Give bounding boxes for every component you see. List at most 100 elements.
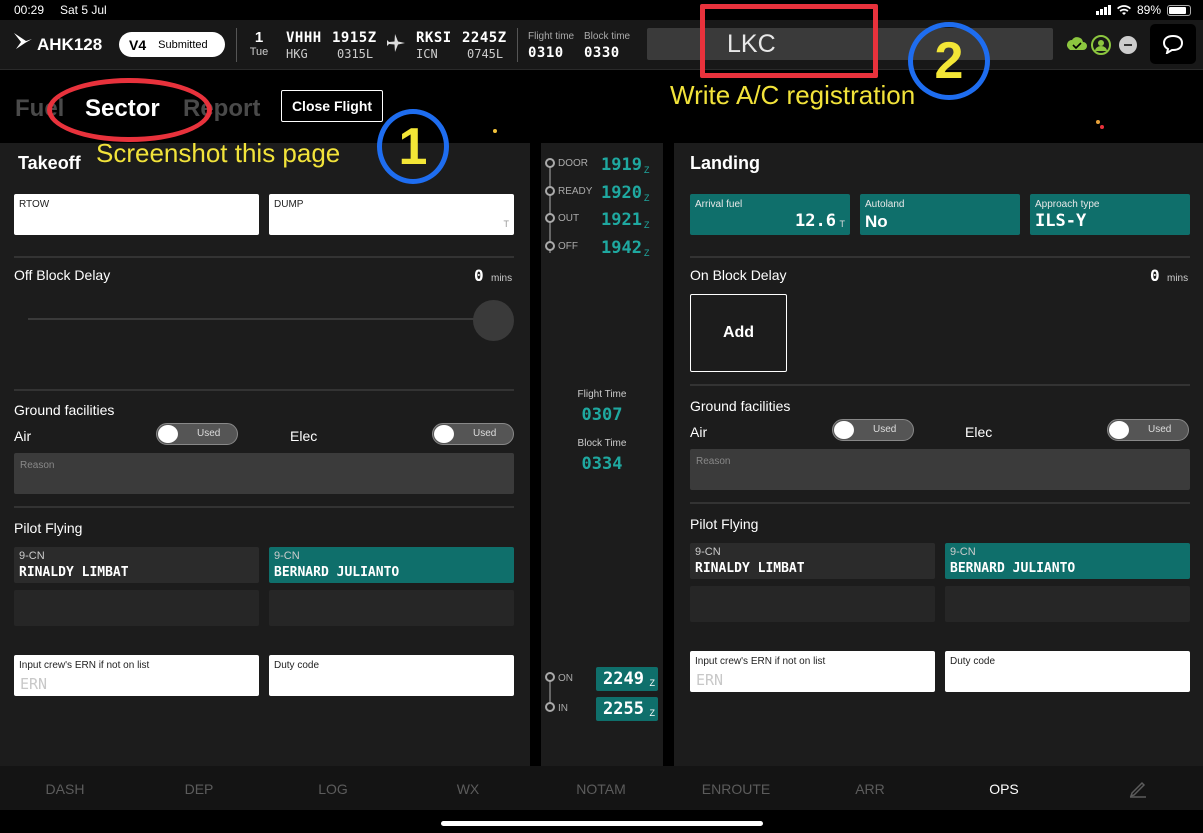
home-indicator[interactable] [441, 821, 763, 826]
pilot-option[interactable]: 9-CN RINALDY LIMBAT [14, 547, 259, 583]
ground-facilities-label: Ground facilities [14, 402, 115, 418]
ready-label: READY [558, 186, 593, 197]
pilot-slot-empty[interactable] [269, 590, 514, 626]
nav-wx[interactable]: WX [428, 781, 508, 797]
air-used-toggle[interactable]: Used [832, 419, 914, 441]
pilot-role: 9-CN [274, 550, 300, 562]
pilot-name: BERNARD JULIANTO [274, 565, 400, 580]
departure-iata: HKG [286, 47, 308, 61]
pen-icon[interactable] [1128, 778, 1148, 798]
nav-log[interactable]: LOG [293, 781, 373, 797]
timeline-dot [545, 241, 555, 251]
elec-label: Elec [290, 428, 318, 444]
rtow-field[interactable]: RTOW [14, 194, 259, 235]
autoland-field[interactable]: Autoland No [860, 194, 1020, 235]
delay-slider-track[interactable] [28, 318, 488, 320]
duty-code-input[interactable]: Duty code [945, 651, 1190, 692]
annotation-ellipse [47, 78, 212, 142]
divider [14, 256, 514, 258]
reason-input[interactable]: Reason [14, 453, 514, 494]
timeline-dot [545, 672, 555, 682]
divider [517, 28, 518, 62]
elec-used-toggle[interactable]: Used [432, 423, 514, 445]
plane-icon [387, 34, 405, 52]
close-flight-button[interactable]: Close Flight [281, 90, 383, 122]
flight-time-label: Flight Time [577, 389, 627, 400]
block-time-label: Block time [584, 31, 631, 42]
arrival-fuel-field[interactable]: Arrival fuel 12.6 T [690, 194, 850, 235]
battery-percent: 89% [1136, 3, 1161, 17]
delay-slider-handle[interactable] [473, 300, 514, 341]
arrival-iata: ICN [416, 47, 438, 61]
toggle-label: Used [197, 428, 221, 439]
submission-status: Submitted [158, 38, 208, 51]
ern-label: Input crew's ERN if not on list [695, 656, 826, 667]
indicator-dot [1100, 125, 1104, 129]
on-block-delay-label: On Block Delay [690, 267, 787, 283]
add-delay-button[interactable]: Add [690, 294, 787, 372]
nav-ops[interactable]: OPS [964, 781, 1044, 797]
ern-label: Input crew's ERN if not on list [19, 660, 150, 671]
air-used-toggle[interactable]: Used [156, 423, 238, 445]
dump-field[interactable]: DUMP T [269, 194, 514, 235]
off-block-delay-label: Off Block Delay [14, 267, 111, 283]
reason-input[interactable]: Reason [690, 449, 1190, 490]
pilot-option-selected[interactable]: 9-CN BERNARD JULIANTO [945, 543, 1190, 579]
arrival-time-z: 2245Z [462, 30, 507, 46]
annotation-text: Screenshot this page [96, 138, 341, 168]
nav-arr[interactable]: ARR [830, 781, 910, 797]
ready-time[interactable]: 1920 [601, 183, 642, 203]
in-label: IN [558, 703, 568, 714]
zulu-suffix: Z [649, 678, 656, 688]
crew-ern-input[interactable]: Input crew's ERN if not on list ERN [690, 651, 935, 692]
on-time: 2249 [603, 669, 644, 689]
pilot-role: 9-CN [695, 546, 721, 558]
status-bar: 00:29 Sat 5 Jul 89% [0, 0, 1203, 20]
pilot-name: BERNARD JULIANTO [950, 561, 1076, 576]
approach-type-label: Approach type [1035, 199, 1100, 210]
in-time-field[interactable]: 2255 Z [596, 697, 658, 721]
timeline-dot [545, 213, 555, 223]
timeline-dot [545, 702, 555, 712]
pilot-option-selected[interactable]: 9-CN BERNARD JULIANTO [269, 547, 514, 583]
divider [236, 28, 237, 62]
pilot-role: 9-CN [950, 546, 976, 558]
version-label: V4 [129, 36, 147, 53]
out-time[interactable]: 1921 [601, 210, 642, 230]
off-time[interactable]: 1942 [601, 238, 642, 258]
on-time-field[interactable]: 2249 Z [596, 667, 658, 691]
divider [690, 384, 1190, 386]
dump-unit: T [503, 219, 510, 229]
pilot-slot-empty[interactable] [690, 586, 935, 622]
nav-dep[interactable]: DEP [159, 781, 239, 797]
duty-code-input[interactable]: Duty code [269, 655, 514, 696]
annotation-rectangle [700, 4, 878, 78]
approach-type-field[interactable]: Approach type ILS-Y [1030, 194, 1190, 235]
sync-status-icons[interactable] [1064, 34, 1140, 56]
pilot-slot-empty[interactable] [14, 590, 259, 626]
on-label: ON [558, 673, 573, 684]
pilot-role: 9-CN [19, 550, 45, 562]
departure-icao: VHHH [286, 30, 322, 46]
zulu-suffix: Z [649, 708, 656, 718]
indicator-dot [1096, 120, 1100, 124]
messages-button[interactable] [1150, 24, 1196, 64]
version-status-badge[interactable]: V4 Submitted [119, 32, 225, 57]
pilot-option[interactable]: 9-CN RINALDY LIMBAT [690, 543, 935, 579]
nav-notam[interactable]: NOTAM [561, 781, 641, 797]
door-time[interactable]: 1919 [601, 155, 642, 175]
reason-placeholder: Reason [696, 456, 731, 467]
block-time-value: 0330 [584, 45, 620, 61]
crew-ern-input[interactable]: Input crew's ERN if not on list ERN [14, 655, 259, 696]
dump-label: DUMP [274, 199, 304, 210]
elec-used-toggle[interactable]: Used [1107, 419, 1189, 441]
nav-enroute[interactable]: ENROUTE [696, 781, 776, 797]
nav-dash[interactable]: DASH [25, 781, 105, 797]
flight-time-label: Flight time [528, 31, 575, 42]
timeline-dot [545, 186, 555, 196]
door-label: DOOR [558, 158, 588, 169]
pilot-slot-empty[interactable] [945, 586, 1190, 622]
duty-code-label: Duty code [950, 656, 996, 667]
day-name: Tue [249, 46, 269, 58]
autoland-label: Autoland [865, 199, 905, 210]
